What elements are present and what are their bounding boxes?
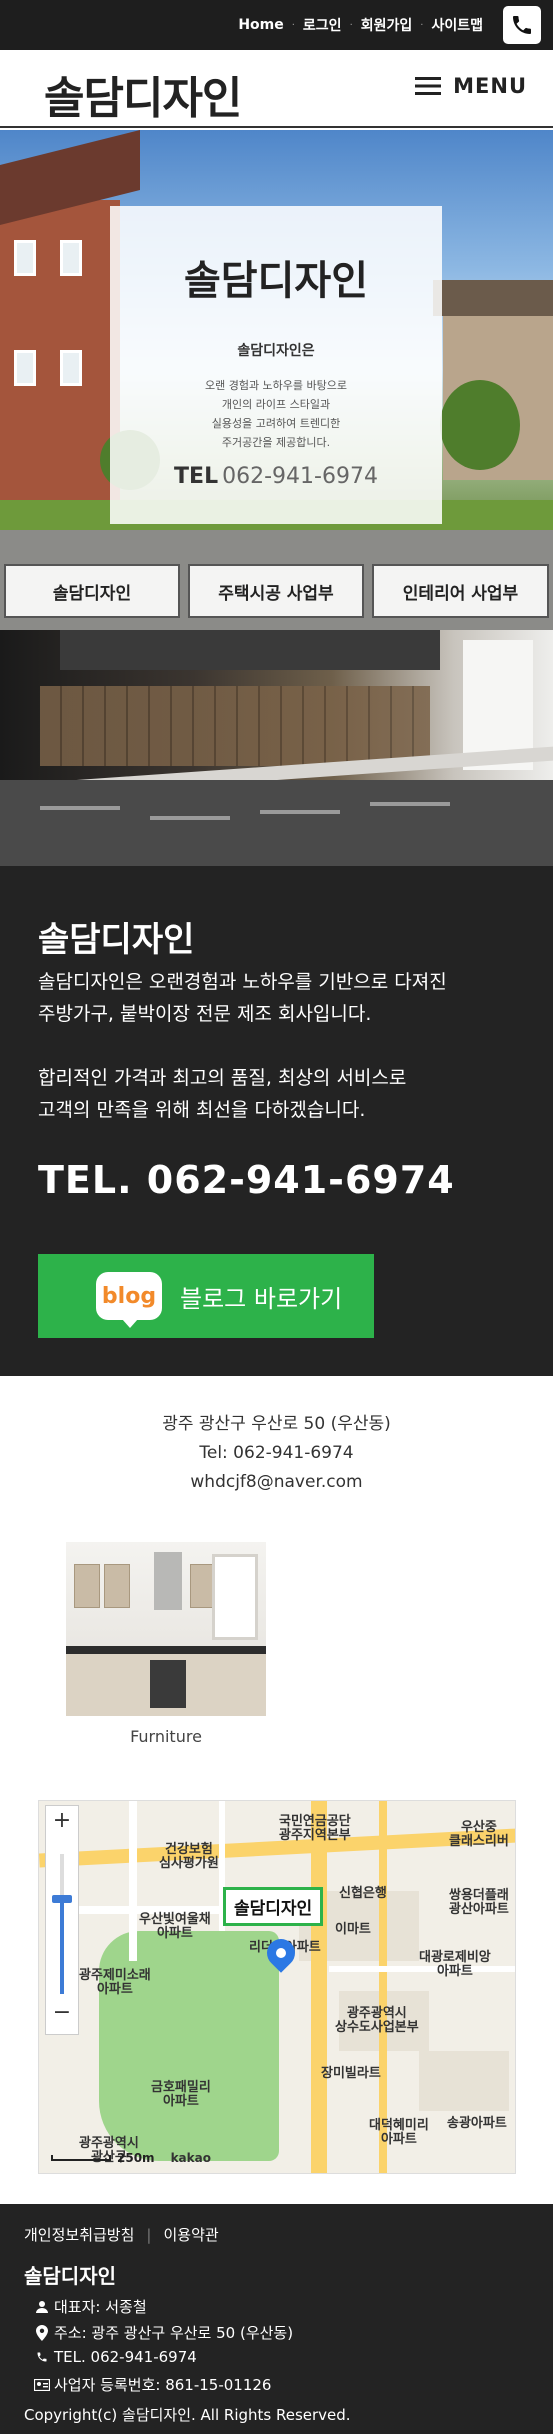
copyright: Copyright(c) 솔담디자인. All Rights Reserved. [24,2406,351,2424]
info-promise: 합리적인 가격과 최고의 품질, 최상의 서비스로 고객의 만족을 위해 최선을… [38,1067,407,1121]
terms-link[interactable]: 이용약관 [163,2224,218,2245]
footer-representative: 대표자: 서종철 [34,2296,147,2317]
signup-link[interactable]: 회원가입 [361,15,413,35]
map-label: 광주광역시 상수도사업본부 [335,2006,419,2035]
info-phone: TEL. 062-941-6974 [38,1158,455,1202]
login-link[interactable]: 로그인 [303,15,342,35]
address-phone: Tel: 062-941-6974 [199,1443,354,1463]
home-link[interactable]: Home [238,17,283,33]
tab-housing-construction[interactable]: 주택시공 사업부 [188,564,364,618]
map-pin-icon [34,2324,50,2341]
map-label: 이마트 [335,1922,371,1937]
company-info: 솔담디자인 솔담디자인은 오랜경험과 노하우를 기반으로 다져진 주방가구, 붙… [0,866,553,1376]
info-description: 솔담디자인은 오랜경험과 노하우를 기반으로 다져진 주방가구, 붙박이장 전문… [38,971,447,1025]
hero-title: 솔담디자인 [184,258,368,304]
footer-business-number: 사업자 등록번호: 861-15-01126 [34,2374,271,2395]
hamburger-icon [415,77,442,95]
contact-address: 광주 광산구 우산로 50 (우산동) Tel: 062-941-6974 wh… [0,1410,553,1497]
phone-icon [513,16,531,34]
zoom-slider-handle[interactable] [52,1894,72,1903]
address-line: 광주 광산구 우산로 50 (우산동) [162,1414,391,1434]
sitemap-link[interactable]: 사이트맵 [431,15,483,35]
user-icon [34,2299,50,2315]
furniture-label[interactable]: Furniture [66,1727,266,1746]
footer-links: 개인정보취급방침 | 이용약관 [24,2224,219,2245]
id-card-icon [34,2377,50,2393]
address-email[interactable]: whdcjf8@naver.com [0,1468,553,1497]
zoom-slider-fill [60,1898,64,1994]
tab-soldam-design[interactable]: 솔담디자인 [4,564,180,618]
tab-interior[interactable]: 인테리어 사업부 [372,564,549,618]
hero-tabs: 솔담디자인 주택시공 사업부 인테리어 사업부 [0,564,553,618]
footer-brand: 솔담디자인 [24,2264,116,2288]
blog-icon: blog [96,1272,162,1328]
footer-phone: TEL. 062-941-6974 [34,2348,197,2366]
menu-button[interactable]: MENU [415,74,527,98]
menu-label: MENU [453,74,527,98]
zoom-in-button[interactable]: + [46,1808,78,1838]
map-label: 우산빛여울채 아파트 [139,1912,211,1941]
map-label: 금호패밀리 아파트 [151,2080,211,2109]
top-bar: Home · 로그인 · 회원가입 · 사이트맵 [0,0,553,50]
site-footer: 개인정보취급방침 | 이용약관 솔담디자인 대표자: 서종철 주소: 광주 광산… [0,2204,553,2434]
map-label: 장미빌라트 [321,2066,381,2081]
kakao-logo: kakao [170,2151,211,2165]
zoom-out-button[interactable]: − [46,2000,78,2030]
map-label: 대광로제비앙 아파트 [419,1950,491,1979]
map-label: 송광아파트 [447,2116,507,2131]
map-label: 대덕혜미리 아파트 [369,2118,429,2147]
hero-subtitle: 솔담디자인은 [237,343,315,359]
blog-button[interactable]: blog 블로그 바로가기 [38,1254,374,1338]
furniture-thumbnail[interactable] [66,1542,266,1716]
map-label: 신협은행 [339,1886,387,1901]
nav-separator: · [291,19,295,31]
hero-description: 오랜 경험과 노하우를 바탕으로 개인의 라이프 스타일과 실용성을 고려하여 … [204,379,348,449]
map-scale: 250m kakao [51,2151,211,2165]
kitchen-photo [0,630,553,866]
nav-separator: · [349,19,353,31]
hero-phone: TEL 062-941-6974 [174,464,378,489]
top-nav: Home · 로그인 · 회원가입 · 사이트맵 [238,0,483,50]
footer-divider: | [146,2225,152,2244]
footer-address: 주소: 광주 광산구 우산로 50 (우산동) [34,2322,293,2343]
map-label: 쌍용더플래 광산아파트 [449,1888,509,1917]
phone-button[interactable] [503,6,541,44]
location-map[interactable]: 국민연금공단광주지역본부 건강보험심사평가원 우산빛여울채아파트 리더스아파트 … [38,1800,516,2174]
phone-icon [34,2349,50,2365]
map-zoom-control: + − [45,1805,79,2035]
blog-button-label: 블로그 바로가기 [180,1284,343,1313]
info-title: 솔담디자인 [38,920,195,960]
site-logo[interactable]: 솔담디자인 [44,62,242,126]
hero-banner: 솔담디자인 솔담디자인은 오랜 경험과 노하우를 바탕으로 개인의 라이프 스타… [0,130,553,630]
hero-overlay-box: 솔담디자인 솔담디자인은 오랜 경험과 노하우를 바탕으로 개인의 라이프 스타… [110,206,442,524]
map-label: 국민연금공단 광주지역본부 [279,1814,351,1843]
map-label: 우산중 클래스리버 [449,1820,509,1849]
map-marker-label: 솔담디자인 [223,1887,324,1926]
map-label: 광주제미소래 아파트 [79,1968,151,1997]
nav-separator: · [420,19,424,31]
site-header: 솔담디자인 MENU [0,50,553,128]
map-label: 건강보험 심사평가원 [159,1842,219,1871]
privacy-policy-link[interactable]: 개인정보취급방침 [24,2224,134,2245]
